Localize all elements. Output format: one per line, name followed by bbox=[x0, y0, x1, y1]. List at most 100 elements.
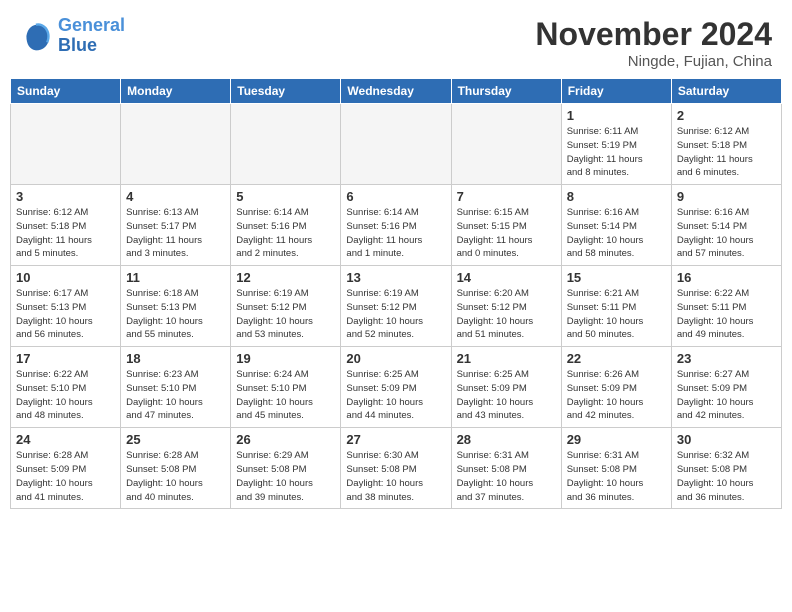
day-info: Sunrise: 6:12 AMSunset: 5:18 PMDaylight:… bbox=[16, 206, 115, 261]
logo-text: General Blue bbox=[58, 16, 125, 56]
day-info: Sunrise: 6:13 AMSunset: 5:17 PMDaylight:… bbox=[126, 206, 225, 261]
day-number: 3 bbox=[16, 189, 115, 204]
calendar-day-cell: 21 Sunrise: 6:25 AMSunset: 5:09 PMDayligh… bbox=[451, 347, 561, 428]
day-number: 24 bbox=[16, 432, 115, 447]
day-number: 11 bbox=[126, 270, 225, 285]
weekday-header: Sunday bbox=[11, 79, 121, 104]
calendar-day-cell: 7 Sunrise: 6:15 AMSunset: 5:15 PMDaylight… bbox=[451, 185, 561, 266]
logo-blue: Blue bbox=[58, 35, 97, 55]
header: General Blue November 2024 Ningde, Fujia… bbox=[0, 0, 792, 78]
day-number: 29 bbox=[567, 432, 666, 447]
weekday-header: Wednesday bbox=[341, 79, 451, 104]
calendar-week-row: 24 Sunrise: 6:28 AMSunset: 5:09 PMDayligh… bbox=[11, 428, 782, 509]
day-number: 10 bbox=[16, 270, 115, 285]
calendar-day-cell: 25 Sunrise: 6:28 AMSunset: 5:08 PMDayligh… bbox=[121, 428, 231, 509]
calendar-week-row: 1 Sunrise: 6:11 AMSunset: 5:19 PMDaylight… bbox=[11, 104, 782, 185]
day-info: Sunrise: 6:31 AMSunset: 5:08 PMDaylight:… bbox=[567, 449, 666, 504]
day-number: 21 bbox=[457, 351, 556, 366]
day-info: Sunrise: 6:26 AMSunset: 5:09 PMDaylight:… bbox=[567, 368, 666, 423]
day-info: Sunrise: 6:28 AMSunset: 5:09 PMDaylight:… bbox=[16, 449, 115, 504]
calendar-day-cell bbox=[231, 104, 341, 185]
calendar-day-cell: 2 Sunrise: 6:12 AMSunset: 5:18 PMDaylight… bbox=[671, 104, 781, 185]
day-info: Sunrise: 6:22 AMSunset: 5:11 PMDaylight:… bbox=[677, 287, 776, 342]
day-number: 16 bbox=[677, 270, 776, 285]
calendar-wrapper: SundayMondayTuesdayWednesdayThursdayFrid… bbox=[0, 78, 792, 509]
calendar-day-cell: 14 Sunrise: 6:20 AMSunset: 5:12 PMDayligh… bbox=[451, 266, 561, 347]
weekday-header: Tuesday bbox=[231, 79, 341, 104]
day-number: 1 bbox=[567, 108, 666, 123]
calendar-day-cell: 20Sunrise: 6:25 AMSunset: 5:09 PMDayligh… bbox=[341, 347, 451, 428]
day-info: Sunrise: 6:11 AMSunset: 5:19 PMDaylight:… bbox=[567, 125, 666, 180]
day-number: 7 bbox=[457, 189, 556, 204]
calendar-day-cell: 29 Sunrise: 6:31 AMSunset: 5:08 PMDayligh… bbox=[561, 428, 671, 509]
calendar-day-cell: 6 Sunrise: 6:14 AMSunset: 5:16 PMDaylight… bbox=[341, 185, 451, 266]
page-container: General Blue November 2024 Ningde, Fujia… bbox=[0, 0, 792, 509]
calendar-day-cell: 26Sunrise: 6:29 AMSunset: 5:08 PMDayligh… bbox=[231, 428, 341, 509]
day-info: Sunrise: 6:14 AMSunset: 5:16 PMDaylight:… bbox=[346, 206, 445, 261]
day-number: 27 bbox=[346, 432, 445, 447]
day-info: Sunrise: 6:18 AMSunset: 5:13 PMDaylight:… bbox=[126, 287, 225, 342]
day-info: Sunrise: 6:12 AMSunset: 5:18 PMDaylight:… bbox=[677, 125, 776, 180]
day-number: 23 bbox=[677, 351, 776, 366]
calendar-week-row: 17 Sunrise: 6:22 AMSunset: 5:10 PMDayligh… bbox=[11, 347, 782, 428]
logo: General Blue bbox=[20, 16, 125, 56]
day-number: 17 bbox=[16, 351, 115, 366]
calendar-day-cell: 30 Sunrise: 6:32 AMSunset: 5:08 PMDayligh… bbox=[671, 428, 781, 509]
day-info: Sunrise: 6:17 AMSunset: 5:13 PMDaylight:… bbox=[16, 287, 115, 342]
day-info: Sunrise: 6:24 AMSunset: 5:10 PMDaylight:… bbox=[236, 368, 335, 423]
day-info: Sunrise: 6:31 AMSunset: 5:08 PMDaylight:… bbox=[457, 449, 556, 504]
calendar-day-cell: 17 Sunrise: 6:22 AMSunset: 5:10 PMDayligh… bbox=[11, 347, 121, 428]
day-number: 4 bbox=[126, 189, 225, 204]
day-number: 30 bbox=[677, 432, 776, 447]
calendar-day-cell bbox=[11, 104, 121, 185]
day-info: Sunrise: 6:27 AMSunset: 5:09 PMDaylight:… bbox=[677, 368, 776, 423]
calendar-day-cell: 18Sunrise: 6:23 AMSunset: 5:10 PMDayligh… bbox=[121, 347, 231, 428]
day-info: Sunrise: 6:29 AMSunset: 5:08 PMDaylight:… bbox=[236, 449, 335, 504]
day-info: Sunrise: 6:23 AMSunset: 5:10 PMDaylight:… bbox=[126, 368, 225, 423]
day-info: Sunrise: 6:30 AMSunset: 5:08 PMDaylight:… bbox=[346, 449, 445, 504]
day-number: 28 bbox=[457, 432, 556, 447]
day-info: Sunrise: 6:25 AMSunset: 5:09 PMDaylight:… bbox=[457, 368, 556, 423]
weekday-header: Saturday bbox=[671, 79, 781, 104]
calendar-week-row: 3 Sunrise: 6:12 AMSunset: 5:18 PMDaylight… bbox=[11, 185, 782, 266]
day-number: 22 bbox=[567, 351, 666, 366]
day-number: 20 bbox=[346, 351, 445, 366]
day-number: 9 bbox=[677, 189, 776, 204]
calendar-week-row: 10 Sunrise: 6:17 AMSunset: 5:13 PMDayligh… bbox=[11, 266, 782, 347]
calendar-day-cell: 12 Sunrise: 6:19 AMSunset: 5:12 PMDayligh… bbox=[231, 266, 341, 347]
day-number: 8 bbox=[567, 189, 666, 204]
month-title: November 2024 bbox=[535, 16, 772, 53]
day-number: 15 bbox=[567, 270, 666, 285]
day-info: Sunrise: 6:15 AMSunset: 5:15 PMDaylight:… bbox=[457, 206, 556, 261]
day-info: Sunrise: 6:14 AMSunset: 5:16 PMDaylight:… bbox=[236, 206, 335, 261]
calendar-day-cell: 8 Sunrise: 6:16 AMSunset: 5:14 PMDaylight… bbox=[561, 185, 671, 266]
logo-general: General bbox=[58, 15, 125, 35]
day-number: 25 bbox=[126, 432, 225, 447]
day-number: 19 bbox=[236, 351, 335, 366]
day-number: 5 bbox=[236, 189, 335, 204]
location: Ningde, Fujian, China bbox=[535, 53, 772, 70]
calendar-day-cell bbox=[121, 104, 231, 185]
day-number: 6 bbox=[346, 189, 445, 204]
calendar-day-cell: 27 Sunrise: 6:30 AMSunset: 5:08 PMDayligh… bbox=[341, 428, 451, 509]
calendar-header: SundayMondayTuesdayWednesdayThursdayFrid… bbox=[11, 79, 782, 104]
calendar-body: 1 Sunrise: 6:11 AMSunset: 5:19 PMDaylight… bbox=[11, 104, 782, 509]
day-info: Sunrise: 6:20 AMSunset: 5:12 PMDaylight:… bbox=[457, 287, 556, 342]
day-info: Sunrise: 6:32 AMSunset: 5:08 PMDaylight:… bbox=[677, 449, 776, 504]
day-info: Sunrise: 6:16 AMSunset: 5:14 PMDaylight:… bbox=[567, 206, 666, 261]
calendar-day-cell: 19 Sunrise: 6:24 AMSunset: 5:10 PMDayligh… bbox=[231, 347, 341, 428]
day-number: 14 bbox=[457, 270, 556, 285]
weekday-header: Monday bbox=[121, 79, 231, 104]
day-info: Sunrise: 6:28 AMSunset: 5:08 PMDaylight:… bbox=[126, 449, 225, 504]
day-number: 2 bbox=[677, 108, 776, 123]
day-number: 12 bbox=[236, 270, 335, 285]
calendar-day-cell: 23 Sunrise: 6:27 AMSunset: 5:09 PMDayligh… bbox=[671, 347, 781, 428]
day-info: Sunrise: 6:19 AMSunset: 5:12 PMDaylight:… bbox=[236, 287, 335, 342]
weekday-row: SundayMondayTuesdayWednesdayThursdayFrid… bbox=[11, 79, 782, 104]
day-number: 13 bbox=[346, 270, 445, 285]
calendar-day-cell: 24 Sunrise: 6:28 AMSunset: 5:09 PMDayligh… bbox=[11, 428, 121, 509]
calendar-day-cell: 13 Sunrise: 6:19 AMSunset: 5:12 PMDayligh… bbox=[341, 266, 451, 347]
day-info: Sunrise: 6:16 AMSunset: 5:14 PMDaylight:… bbox=[677, 206, 776, 261]
day-info: Sunrise: 6:22 AMSunset: 5:10 PMDaylight:… bbox=[16, 368, 115, 423]
day-info: Sunrise: 6:19 AMSunset: 5:12 PMDaylight:… bbox=[346, 287, 445, 342]
